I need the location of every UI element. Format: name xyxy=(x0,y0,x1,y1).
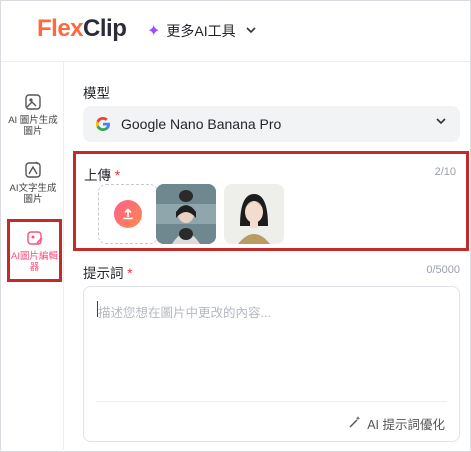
required-mark: * xyxy=(127,266,133,281)
more-ai-tools-label: 更多AI工具 xyxy=(166,23,236,39)
upload-icon xyxy=(114,200,142,228)
main-panel: 模型 Google Nano Banana Pro 上傳 * 2/10 提示詞 … xyxy=(65,62,470,452)
sidebar-item-ai-image-editor[interactable]: AI圖片編輯 器 xyxy=(7,219,62,282)
ai-prompt-optimize-label: AI 提示詞優化 xyxy=(367,418,445,432)
prompt-label-text: 提示詞 xyxy=(83,266,124,281)
magic-wand-icon xyxy=(348,415,362,432)
chevron-down-icon xyxy=(246,25,256,37)
uploaded-image-thumbnail[interactable] xyxy=(156,184,216,244)
image-edit-icon xyxy=(25,228,45,248)
prompt-label: 提示詞 * xyxy=(83,262,133,282)
sidebar-item-label: AI圖片編輯 xyxy=(11,251,58,262)
uploaded-image-thumbnail[interactable] xyxy=(224,184,284,244)
sidebar: AI 圖片生成 圖片 AI文字生成 圖片 AI圖片編輯 器 xyxy=(1,62,64,452)
prompt-count: 0/5000 xyxy=(426,264,460,276)
upload-label-text: 上傳 xyxy=(84,168,111,183)
logo-clip-text: Clip xyxy=(83,15,127,42)
model-select[interactable]: Google Nano Banana Pro xyxy=(83,106,460,142)
app-frame: FlexClip ✦ 更多AI工具 AI 圖片生成 圖片 AI文字生成 圖片 A… xyxy=(0,0,471,452)
sidebar-item-ai-image-generate[interactable]: AI 圖片生成 圖片 xyxy=(5,92,61,137)
chevron-down-icon xyxy=(436,116,446,128)
logo-flex-text: Flex xyxy=(37,15,84,42)
google-icon xyxy=(95,116,111,132)
model-label: 模型 xyxy=(83,86,110,101)
sidebar-item-label: AI 圖片生成 xyxy=(8,115,58,126)
required-mark: * xyxy=(114,168,121,183)
divider xyxy=(96,401,447,402)
sidebar-item-label: AI文字生成 xyxy=(9,183,57,194)
flexclip-logo[interactable]: FlexClip xyxy=(37,15,127,43)
upload-label: 上傳 * xyxy=(84,164,120,184)
sidebar-item-label: 圖片 xyxy=(23,194,43,205)
upload-section: 上傳 * 2/10 xyxy=(73,151,469,251)
sidebar-item-label: 圖片 xyxy=(23,126,43,137)
sidebar-item-ai-text-to-image[interactable]: AI文字生成 圖片 xyxy=(5,160,61,205)
sidebar-item-label: 器 xyxy=(29,262,40,273)
header: FlexClip ✦ 更多AI工具 xyxy=(1,1,470,62)
model-selected-value: Google Nano Banana Pro xyxy=(121,116,282,132)
sparkle-icon: ✦ xyxy=(147,23,161,40)
upload-button[interactable] xyxy=(98,184,158,244)
ai-prompt-optimize-button[interactable]: AI 提示詞優化 xyxy=(348,414,445,433)
prompt-textarea[interactable]: 描述您想在圖片中更改的內容... AI 提示詞優化 xyxy=(83,286,460,442)
prompt-placeholder: 描述您想在圖片中更改的內容... xyxy=(98,306,271,320)
text-to-image-icon xyxy=(23,160,43,180)
more-ai-tools-menu[interactable]: ✦ 更多AI工具 xyxy=(147,21,256,41)
upload-count: 2/10 xyxy=(434,166,456,178)
image-generate-icon xyxy=(23,92,43,112)
